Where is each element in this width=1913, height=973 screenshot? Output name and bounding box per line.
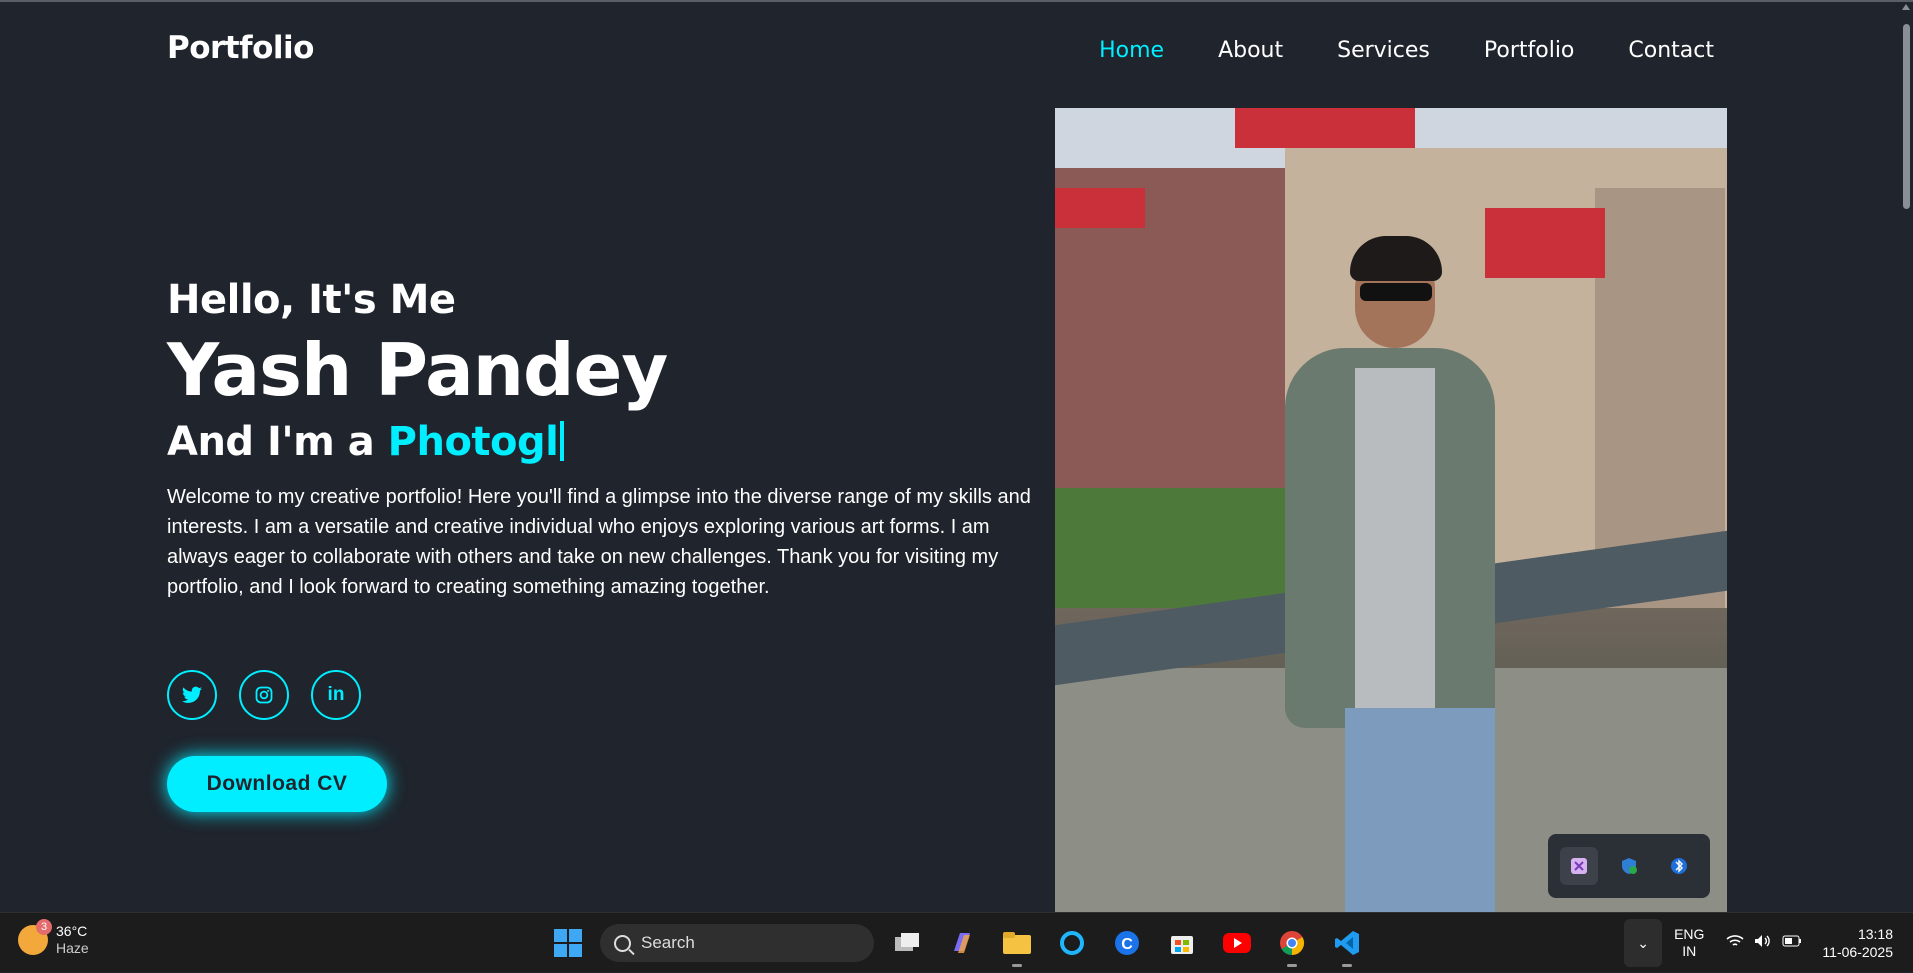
- system-tray-overflow: [1548, 834, 1710, 898]
- twitter-icon[interactable]: [167, 670, 217, 720]
- site-logo[interactable]: Portfolio: [167, 30, 314, 66]
- weather-haze-icon: 3: [18, 919, 52, 955]
- youtube-icon[interactable]: [1216, 923, 1258, 963]
- language-indicator[interactable]: ENG IN: [1674, 926, 1704, 960]
- name-heading: Yash Pandey: [167, 328, 668, 412]
- clock-time: 13:18: [1857, 926, 1893, 942]
- scroll-up-arrow-icon[interactable]: [1902, 4, 1910, 10]
- c-app-icon[interactable]: C: [1106, 923, 1148, 963]
- photo-grass: [1055, 488, 1285, 608]
- chrome-icon[interactable]: [1271, 923, 1313, 967]
- page-scrollbar[interactable]: [1900, 2, 1913, 912]
- greeting-heading: Hello, It's Me: [167, 277, 456, 323]
- store-icon[interactable]: [1161, 923, 1203, 963]
- taskbar-apps: C: [886, 923, 1368, 967]
- social-links: in: [167, 670, 361, 720]
- nav-about[interactable]: About: [1218, 38, 1283, 63]
- quick-settings[interactable]: [1726, 934, 1802, 953]
- nav-services[interactable]: Services: [1337, 38, 1430, 63]
- file-explorer-icon[interactable]: [996, 923, 1038, 967]
- main-nav: Home About Services Portfolio Contact: [1099, 38, 1714, 63]
- instagram-icon[interactable]: [239, 670, 289, 720]
- role-prefix: And I'm a: [167, 419, 388, 465]
- wifi-icon: [1726, 934, 1744, 953]
- bluetooth-icon[interactable]: [1660, 847, 1698, 885]
- nav-portfolio[interactable]: Portfolio: [1484, 38, 1575, 63]
- download-cv-button[interactable]: Download CV: [167, 756, 387, 812]
- cortana-icon[interactable]: [1051, 923, 1093, 963]
- region-label: IN: [1682, 943, 1697, 959]
- role-heading: And I'm a Photogl: [167, 410, 1047, 474]
- photo-sign: [1235, 108, 1415, 148]
- photo-sign: [1485, 208, 1605, 278]
- role-typed-text: Photogl: [387, 419, 559, 465]
- language-label: ENG: [1674, 926, 1705, 942]
- volume-icon: [1754, 934, 1772, 953]
- chevron-up-icon[interactable]: ⌄: [1624, 919, 1663, 967]
- vscode-icon[interactable]: [1326, 923, 1368, 967]
- copilot-icon[interactable]: [941, 923, 983, 963]
- photo-person-shirt: [1355, 368, 1435, 708]
- photo-person-jeans: [1345, 708, 1495, 913]
- notification-badge: 3: [36, 919, 52, 935]
- snipping-tool-icon[interactable]: [1560, 847, 1598, 885]
- clock-date: 11-06-2025: [1822, 944, 1893, 960]
- search-icon: [614, 934, 631, 952]
- photo-sign: [1055, 188, 1145, 228]
- windows-start-icon[interactable]: [554, 929, 582, 957]
- scrollbar-thumb[interactable]: [1903, 24, 1910, 209]
- nav-contact[interactable]: Contact: [1628, 38, 1714, 63]
- weather-condition: Haze: [56, 940, 89, 956]
- nav-home[interactable]: Home: [1099, 38, 1164, 63]
- site-header: Portfolio Home About Services Portfolio …: [0, 2, 1900, 98]
- battery-icon: [1782, 934, 1802, 953]
- photo-person-sunglasses: [1360, 283, 1432, 301]
- photo-person-hair: [1350, 236, 1442, 281]
- profile-photo: [1055, 108, 1727, 913]
- clock[interactable]: 13:18 11-06-2025: [1822, 925, 1893, 961]
- intro-description: Welcome to my creative portfolio! Here y…: [167, 486, 1031, 598]
- taskbar-search[interactable]: Search: [600, 924, 874, 962]
- svg-text:C: C: [1121, 936, 1133, 953]
- typing-caret: [560, 421, 565, 461]
- windows-security-icon[interactable]: [1610, 847, 1648, 885]
- weather-temperature: 36°C: [56, 923, 88, 939]
- task-view-icon[interactable]: [886, 923, 928, 963]
- search-placeholder: Search: [641, 933, 695, 952]
- linkedin-icon[interactable]: in: [311, 670, 361, 720]
- weather-widget[interactable]: 3 36°C Haze: [18, 919, 89, 957]
- system-area: ⌄ ENG IN 13:18 11-06-2025: [1624, 913, 1913, 973]
- windows-taskbar: 3 36°C Haze Search C ⌄ ENG IN 13:18 11-0…: [0, 912, 1913, 972]
- hero-section: Hello, It's Me Yash Pandey And I'm a Pho…: [167, 270, 1047, 602]
